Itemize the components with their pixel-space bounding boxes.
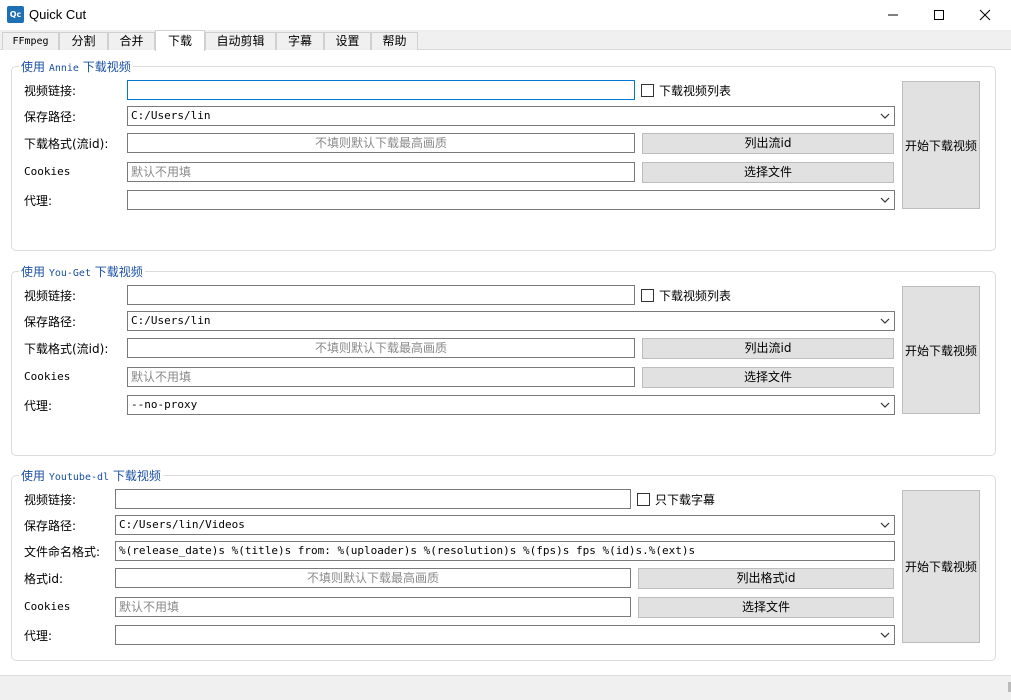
youget-format-label: 下载格式(流id): xyxy=(24,342,109,356)
annie-format-label: 下载格式(流id): xyxy=(24,137,109,151)
youget-list-streams-button[interactable]: 列出流id xyxy=(642,338,894,359)
annie-list-streams-button[interactable]: 列出流id xyxy=(642,133,894,154)
tab-merge[interactable]: 合并 xyxy=(108,32,155,50)
minimize-button[interactable] xyxy=(870,0,916,30)
youget-save-path-combo[interactable]: C:/Users/lin xyxy=(127,311,895,331)
chevron-down-icon xyxy=(880,522,890,528)
youtubedl-start-download-button[interactable]: 开始下载视频 xyxy=(902,490,980,643)
youtubedl-proxy-combo[interactable] xyxy=(115,625,895,645)
status-bar xyxy=(0,675,1011,700)
youtubedl-save-path-combo[interactable]: C:/Users/lin/Videos xyxy=(115,515,895,535)
annie-save-path-combo[interactable]: C:/Users/lin xyxy=(127,106,895,126)
tab-split[interactable]: 分割 xyxy=(59,32,108,50)
annie-start-download-button[interactable]: 开始下载视频 xyxy=(902,81,980,209)
youtubedl-naming-input[interactable]: %(release_date)s %(title)s from: %(uploa… xyxy=(115,541,895,561)
youtubedl-url-label: 视频链接: xyxy=(24,493,77,507)
annie-url-label: 视频链接: xyxy=(24,84,77,98)
youget-choose-file-button[interactable]: 选择文件 xyxy=(642,367,894,388)
youtubedl-save-label: 保存路径: xyxy=(24,519,77,533)
youget-group-title: 使用 You-Get 下载视频 xyxy=(19,263,145,280)
youget-proxy-label: 代理: xyxy=(24,399,53,413)
minimize-icon xyxy=(888,14,898,16)
annie-cookies-input[interactable]: 默认不用填 xyxy=(127,162,635,182)
chevron-down-icon xyxy=(880,318,890,324)
youget-format-input[interactable]: 不填则默认下载最高画质 xyxy=(127,338,635,358)
annie-proxy-label: 代理: xyxy=(24,194,53,208)
title-bar: Qc Quick Cut xyxy=(0,0,1011,30)
chevron-down-icon xyxy=(880,197,890,203)
checkbox-box xyxy=(641,84,654,97)
checkbox-box xyxy=(637,493,650,506)
youtubedl-subtitles-only-checkbox[interactable]: 只下载字幕 xyxy=(637,491,715,508)
youtubedl-url-input[interactable] xyxy=(115,489,631,509)
annie-save-label: 保存路径: xyxy=(24,110,77,124)
chevron-down-icon xyxy=(880,632,890,638)
annie-cookies-label: Cookies xyxy=(24,165,71,178)
maximize-icon xyxy=(934,10,944,20)
tab-help[interactable]: 帮助 xyxy=(371,32,418,50)
youtubedl-list-formats-button[interactable]: 列出格式id xyxy=(638,568,894,589)
chevron-down-icon xyxy=(880,402,890,408)
window-title: Quick Cut xyxy=(29,7,87,22)
annie-format-input[interactable]: 不填则默认下载最高画质 xyxy=(127,133,635,153)
youget-start-download-button[interactable]: 开始下载视频 xyxy=(902,286,980,414)
youtubedl-group-title: 使用 Youtube-dl 下载视频 xyxy=(19,467,163,484)
youget-url-label: 视频链接: xyxy=(24,289,77,303)
youtubedl-cookies-input[interactable]: 默认不用填 xyxy=(115,597,631,617)
tab-auto-edit[interactable]: 自动剪辑 xyxy=(205,32,276,50)
youget-cookies-input[interactable]: 默认不用填 xyxy=(127,367,635,387)
annie-save-path-value: C:/Users/lin xyxy=(131,109,211,122)
close-button[interactable] xyxy=(962,0,1008,30)
youtubedl-subtitles-only-label: 只下载字幕 xyxy=(655,493,716,507)
youget-playlist-label: 下载视频列表 xyxy=(659,289,732,303)
youtubedl-proxy-label: 代理: xyxy=(24,629,53,643)
youget-cookies-label: Cookies xyxy=(24,370,71,383)
annie-choose-file-button[interactable]: 选择文件 xyxy=(642,162,894,183)
annie-proxy-combo[interactable] xyxy=(127,190,895,210)
annie-playlist-checkbox[interactable]: 下载视频列表 xyxy=(641,82,731,99)
youtubedl-format-input[interactable]: 不填则默认下载最高画质 xyxy=(115,568,631,588)
checkbox-box xyxy=(641,289,654,302)
tab-download[interactable]: 下载 xyxy=(155,30,205,51)
youget-playlist-checkbox[interactable]: 下载视频列表 xyxy=(641,287,731,304)
app-logo-icon: Qc xyxy=(7,6,24,23)
annie-url-input[interactable] xyxy=(127,80,635,100)
youtubedl-choose-file-button[interactable]: 选择文件 xyxy=(638,597,894,618)
close-icon xyxy=(979,9,991,21)
youget-save-path-value: C:/Users/lin xyxy=(131,314,211,327)
tab-ffmpeg[interactable]: FFmpeg xyxy=(2,32,59,50)
annie-playlist-label: 下载视频列表 xyxy=(659,84,732,98)
youtubedl-save-path-value: C:/Users/lin/Videos xyxy=(119,518,245,531)
tab-settings[interactable]: 设置 xyxy=(324,32,371,50)
annie-group-title: 使用 Annie 下载视频 xyxy=(19,58,133,75)
download-pane: 使用 Annie 下载视频 视频链接: 下载视频列表 保存路径: C:/User… xyxy=(0,50,1011,675)
youtubedl-format-label: 格式id: xyxy=(24,572,63,586)
maximize-button[interactable] xyxy=(916,0,962,30)
chevron-down-icon xyxy=(880,113,890,119)
youget-save-label: 保存路径: xyxy=(24,315,77,329)
youget-proxy-value: --no-proxy xyxy=(131,398,198,411)
tab-bar: FFmpeg 分割 合并 下载 自动剪辑 字幕 设置 帮助 xyxy=(0,30,1011,51)
youget-proxy-combo[interactable]: --no-proxy xyxy=(127,395,895,415)
youtubedl-cookies-label: Cookies xyxy=(24,600,71,613)
youget-url-input[interactable] xyxy=(127,285,635,305)
tab-subtitles[interactable]: 字幕 xyxy=(276,32,324,50)
youtubedl-naming-label: 文件命名格式: xyxy=(24,545,101,559)
